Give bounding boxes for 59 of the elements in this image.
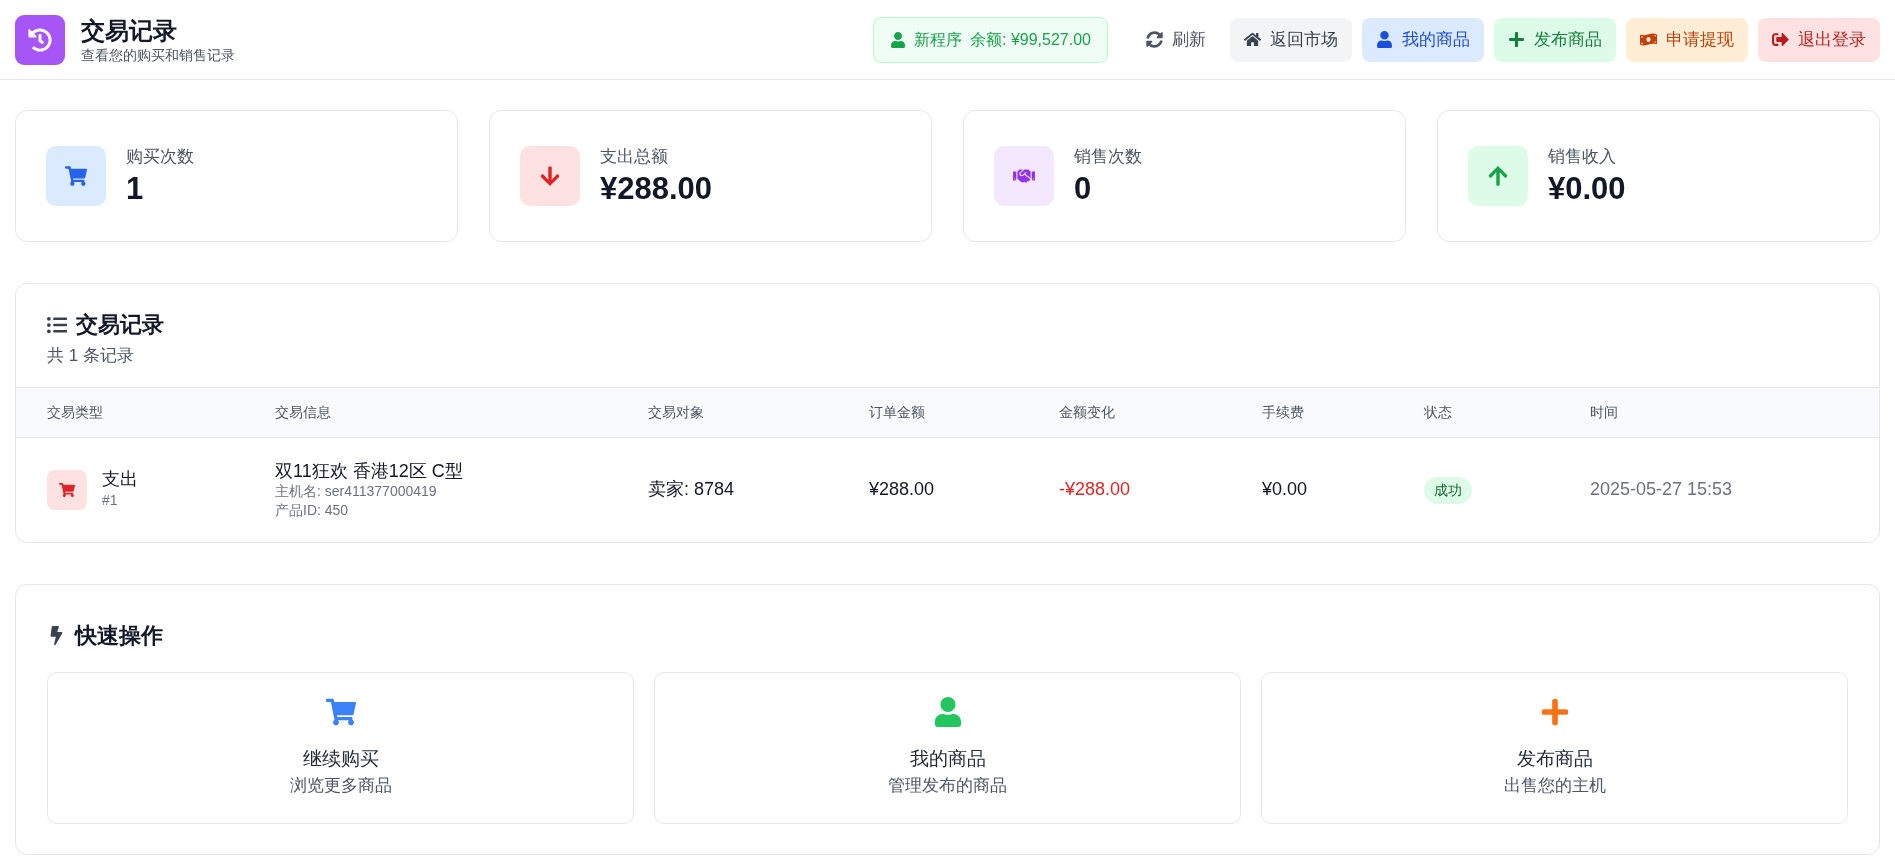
host-name: 主机名: ser411377000419 (275, 481, 438, 501)
record-count: 共 1 条记录 (47, 345, 135, 367)
stat-value: 0 (1074, 169, 1093, 208)
arrow-up-icon (1468, 146, 1528, 206)
stat-value: ¥0.00 (1548, 169, 1626, 208)
page-title: 交易记录 (81, 15, 178, 46)
page-subtitle: 查看您的购买和销售记录 (81, 45, 235, 64)
plus-icon (1508, 31, 1525, 48)
stat-label: 购买次数 (126, 146, 194, 169)
transaction-type: 支出 (102, 468, 138, 490)
banknote-icon (1640, 31, 1657, 48)
list-icon (47, 314, 67, 335)
refresh-icon (1146, 31, 1163, 48)
table-cell-text: ¥288.00 (869, 478, 936, 501)
status-badge: 成功 (1424, 476, 1472, 504)
table-cell-text: 2025-05-27 15:53 (1590, 478, 1734, 501)
balance: 余额: ¥99,527.00 (970, 29, 1091, 50)
stat-label: 销售收入 (1548, 146, 1617, 169)
cart-icon (47, 469, 87, 510)
stat-value: ¥288.00 (600, 169, 713, 208)
column-header: 金额变化 (1059, 402, 1116, 422)
section-title: 快速操作 (75, 621, 163, 650)
stat-value: 1 (126, 169, 145, 208)
stat-label: 销售次数 (1074, 146, 1142, 169)
header-button[interactable]: 发布商品 (1494, 17, 1616, 62)
arrow-down-icon (520, 146, 580, 206)
quick-action-card[interactable]: 发布商品 出售您的主机 (1261, 671, 1848, 824)
quick-action-card[interactable]: 我的商品 管理发布的商品 (654, 671, 1241, 824)
header-button[interactable]: 申请提现 (1626, 17, 1748, 62)
stat-label: 支出总额 (600, 146, 669, 169)
header-button[interactable]: 退出登录 (1758, 17, 1880, 62)
user-icon (890, 31, 907, 48)
header-button[interactable]: 返回市场 (1230, 17, 1352, 62)
logout-icon (1772, 31, 1789, 48)
table-cell-text: ¥0.00 (1262, 478, 1309, 501)
product-id: 产品ID: 450 (275, 500, 350, 520)
user-icon (932, 696, 963, 727)
column-header: 交易信息 (275, 402, 332, 422)
cart-icon (325, 696, 356, 727)
column-header: 手续费 (1262, 402, 1305, 422)
user-icon (1376, 31, 1393, 48)
table-cell-text: 卖家: 8784 (648, 478, 736, 501)
column-header: 交易类型 (47, 402, 104, 422)
user-name: 新程序 (914, 29, 963, 50)
column-header: 交易对象 (648, 402, 705, 422)
cart-icon (46, 146, 106, 206)
plus-icon (1539, 696, 1570, 727)
handshake-icon (994, 146, 1054, 206)
quick-action-card[interactable]: 继续购买 浏览更多商品 (47, 671, 634, 824)
column-header: 时间 (1590, 402, 1619, 422)
section-title: 交易记录 (76, 311, 164, 339)
table-cell-text: -¥288.00 (1059, 478, 1132, 501)
header-button[interactable]: 我的商品 (1362, 17, 1484, 62)
transaction-index: #1 (102, 491, 119, 510)
column-header: 状态 (1424, 402, 1453, 422)
house-icon (1244, 31, 1261, 48)
column-header: 订单金额 (869, 402, 926, 422)
history-icon (15, 14, 65, 65)
product-name: 双11狂欢 香港12区 C型 (275, 459, 464, 482)
